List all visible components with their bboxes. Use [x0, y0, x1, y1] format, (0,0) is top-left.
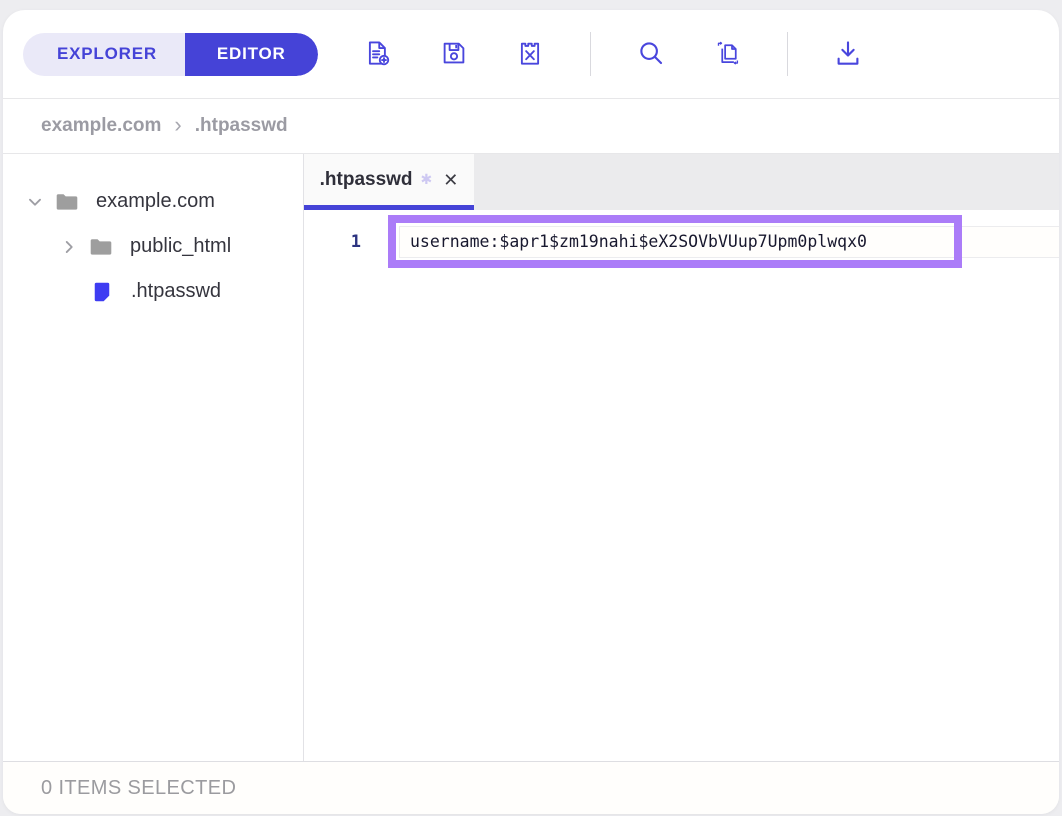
folder-icon [52, 189, 83, 215]
line-content-input[interactable]: username:$apr1$zm19nahi$eX2SOVbVUup7Upm0… [399, 226, 1059, 258]
tab-bar: .htpasswd ✱ ✕ [304, 154, 1059, 210]
explorer-toggle-button[interactable]: EXPLORER [23, 33, 185, 76]
modified-indicator-icon: ✱ [421, 171, 433, 188]
download-button[interactable] [832, 38, 864, 70]
view-mode-toggle: EXPLORER EDITOR [23, 33, 318, 76]
save-icon [439, 38, 469, 71]
editor-body: 1 username:$apr1$zm19nahi$eX2SOVbVUup7Up… [304, 210, 1059, 761]
save-file-button[interactable] [438, 38, 470, 70]
file-tree-sidebar: example.com public_html .htpasswd [3, 154, 304, 761]
editor-toggle-label: EDITOR [217, 44, 286, 64]
breadcrumb: example.com › .htpasswd [3, 99, 1059, 154]
search-button[interactable] [635, 38, 667, 70]
copy-file-icon [712, 38, 742, 71]
discard-file-button[interactable] [514, 38, 546, 70]
editor-toggle-button[interactable]: EDITOR [185, 33, 318, 76]
tree-item-label: public_html [130, 235, 231, 258]
main-area: example.com public_html .htpasswd [3, 154, 1059, 761]
discard-file-icon [515, 38, 545, 71]
breadcrumb-item-file[interactable]: .htpasswd [195, 115, 288, 137]
folder-icon [86, 234, 117, 260]
selection-status-text: 0 ITEMS SELECTED [41, 777, 236, 800]
tab-htpasswd[interactable]: .htpasswd ✱ ✕ [304, 154, 474, 210]
new-file-icon [363, 38, 393, 71]
breadcrumb-item-domain[interactable]: example.com [41, 115, 161, 137]
explorer-toggle-label: EXPLORER [57, 44, 157, 64]
chevron-right-icon[interactable] [58, 235, 82, 259]
tree-item-public-html[interactable]: public_html [3, 224, 303, 269]
file-manager-window: EXPLORER EDITOR [3, 10, 1059, 814]
file-icon [87, 279, 118, 305]
tree-item-label: .htpasswd [131, 280, 221, 303]
editor-pane: .htpasswd ✱ ✕ 1 username:$apr1$zm19nahi$… [304, 154, 1059, 761]
download-icon [833, 38, 863, 71]
code-line-1: 1 username:$apr1$zm19nahi$eX2SOVbVUup7Up… [304, 226, 1059, 258]
tree-item-htpasswd[interactable]: .htpasswd [3, 269, 303, 314]
tab-label: .htpasswd [320, 169, 413, 191]
tab-close-icon[interactable]: ✕ [443, 171, 458, 189]
new-file-button[interactable] [362, 38, 394, 70]
tree-item-example-com[interactable]: example.com [3, 179, 303, 224]
chevron-down-icon[interactable] [24, 190, 48, 214]
toolbar-divider [590, 32, 591, 76]
breadcrumb-separator: › [174, 114, 181, 139]
toolbar: EXPLORER EDITOR [3, 10, 1059, 99]
copy-file-button[interactable] [711, 38, 743, 70]
line-number: 1 [304, 226, 399, 258]
toolbar-divider [787, 32, 788, 76]
search-icon [636, 38, 666, 71]
status-bar: 0 ITEMS SELECTED [3, 761, 1059, 814]
tree-item-label: example.com [96, 190, 215, 213]
